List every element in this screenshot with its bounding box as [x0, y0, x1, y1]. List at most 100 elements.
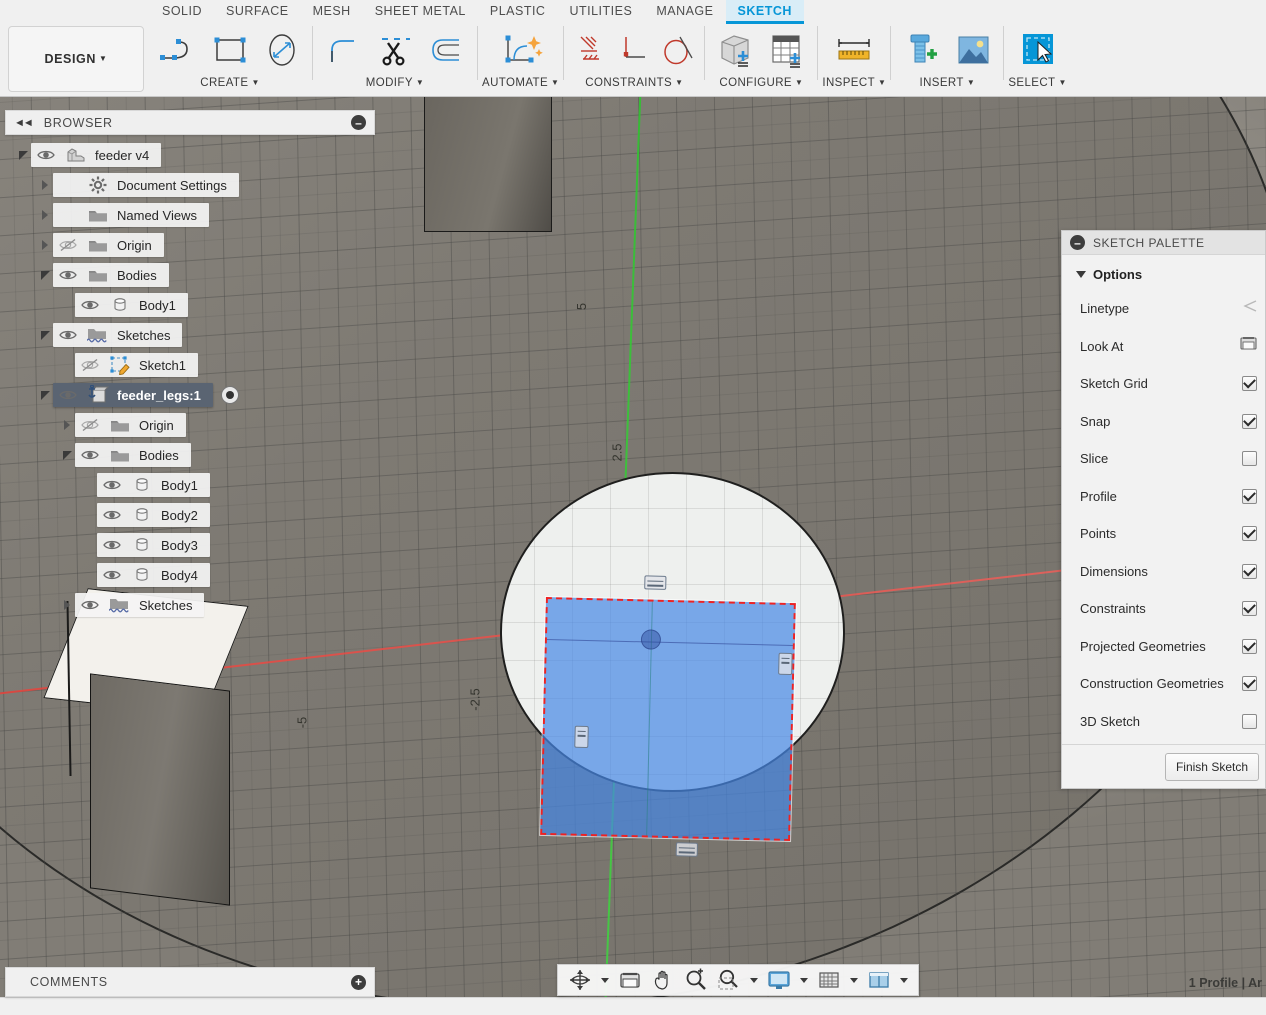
eye-visible-icon[interactable] [31, 143, 61, 167]
eye-visible-icon[interactable] [53, 263, 83, 287]
option-row-snap[interactable]: Snap [1062, 403, 1265, 441]
configure-table-icon[interactable] [761, 26, 813, 74]
option-row-slice[interactable]: Slice [1062, 440, 1265, 478]
ellipse-tool-icon[interactable] [256, 26, 308, 74]
eye-visible-icon[interactable] [97, 563, 127, 587]
expand-arrow-open-icon[interactable] [37, 380, 53, 410]
constraint-glyph-left[interactable] [574, 725, 589, 749]
finish-sketch-button[interactable]: Finish Sketch [1164, 752, 1259, 781]
option-row-linetype[interactable]: Linetype [1062, 290, 1265, 328]
tab-mesh[interactable]: MESH [301, 0, 363, 24]
constraint-glyph-right[interactable] [778, 652, 793, 676]
eye-visible-icon[interactable] [75, 593, 105, 617]
perpendicular-constraint-icon[interactable] [612, 26, 656, 74]
checkbox-constraints[interactable] [1242, 601, 1257, 617]
panel-configure-label[interactable]: CONFIGURE ▼ [719, 76, 803, 96]
checkbox-points[interactable] [1242, 526, 1257, 542]
insert-image-icon[interactable] [947, 26, 999, 74]
expand-arrow-open-icon[interactable] [59, 440, 75, 470]
panel-inspect-label[interactable]: INSPECT ▼ [822, 76, 886, 96]
tree-node-document-settings[interactable]: Document Settings [5, 170, 375, 200]
tree-node-body[interactable]: Body1 [75, 293, 188, 317]
expand-arrow-open-icon[interactable] [15, 140, 31, 170]
expand-arrow-closed-icon[interactable] [59, 590, 75, 620]
option-row-look-at[interactable]: Look At [1062, 328, 1265, 366]
tree-node-body3[interactable]: Body3 [5, 530, 375, 560]
panel-select-label[interactable]: SELECT ▼ [1008, 76, 1066, 96]
eye-hidden-icon[interactable] [75, 413, 105, 437]
eye-hidden-icon[interactable] [75, 353, 105, 377]
option-row-profile[interactable]: Profile [1062, 478, 1265, 516]
grid-snaps-icon[interactable] [813, 966, 845, 994]
pan-hand-icon[interactable] [647, 966, 679, 994]
expand-arrow-open-icon[interactable] [37, 260, 53, 290]
tree-node-named-views[interactable]: Named Views [5, 200, 375, 230]
line-tool-icon[interactable] [152, 26, 204, 74]
tab-utilities[interactable]: UTILITIES [557, 0, 644, 24]
tree-node-bodies[interactable]: Bodies [5, 440, 375, 470]
chevron-down-icon[interactable] [900, 977, 908, 983]
viewports-icon[interactable] [863, 966, 895, 994]
tree-node-body[interactable]: Body1 [97, 473, 210, 497]
fix-constraint-icon[interactable] [568, 26, 612, 74]
eye-visible-icon[interactable] [75, 443, 105, 467]
eye-hidden-icon[interactable] [53, 233, 83, 257]
select-tool-icon[interactable] [1012, 26, 1064, 74]
linetype-dropdown[interactable] [1241, 298, 1257, 319]
option-row-dimensions[interactable]: Dimensions [1062, 553, 1265, 591]
auto-constrain-icon[interactable] [495, 26, 547, 74]
tab-solid[interactable]: SOLID [150, 0, 214, 24]
tree-node-body[interactable]: Sketches [53, 323, 183, 347]
chevron-down-icon[interactable] [800, 977, 808, 983]
tree-node-body[interactable]: Origin [53, 233, 164, 257]
tree-node-body[interactable]: feeder_legs:1 [53, 383, 213, 407]
option-row-construction-geometries[interactable]: Construction Geometries [1062, 665, 1265, 703]
look-at-icon[interactable] [614, 966, 646, 994]
eye-visible-icon[interactable] [53, 323, 83, 347]
rectangle-tool-icon[interactable] [204, 26, 256, 74]
tree-node-body[interactable]: Document Settings [53, 173, 239, 197]
tree-node-origin[interactable]: Origin [5, 230, 375, 260]
measure-tool-icon[interactable] [828, 26, 880, 74]
eye-visible-icon[interactable] [75, 293, 105, 317]
tree-node-body1[interactable]: Body1 [5, 470, 375, 500]
tangent-constraint-icon[interactable] [656, 26, 700, 74]
zoom-window-icon[interactable] [713, 966, 745, 994]
activate-component-radio[interactable] [220, 386, 239, 404]
tree-node-body[interactable]: Named Views [53, 203, 209, 227]
checkbox-profile[interactable] [1242, 488, 1257, 504]
tree-node-origin[interactable]: Origin [5, 410, 375, 440]
expand-arrow-closed-icon[interactable] [37, 200, 53, 230]
checkbox-projected-geometries[interactable] [1242, 638, 1257, 654]
option-row-sketch-grid[interactable]: Sketch Grid [1062, 365, 1265, 403]
selected-sketch-profile[interactable] [539, 575, 797, 857]
checkbox-construction-geometries[interactable] [1242, 676, 1257, 692]
tree-node-body[interactable]: Sketch1 [75, 353, 198, 377]
double-chevron-left-icon[interactable]: ◄◄ [14, 117, 34, 129]
tree-node-body[interactable]: Origin [75, 413, 186, 437]
option-row-points[interactable]: Points [1062, 515, 1265, 553]
panel-create-label[interactable]: CREATE ▼ [200, 76, 260, 96]
tab-surface[interactable]: SURFACE [214, 0, 301, 24]
tree-node-sketches[interactable]: Sketches [5, 320, 375, 350]
panel-modify-label[interactable]: MODIFY ▼ [366, 76, 424, 96]
tree-node-bodies[interactable]: Bodies [5, 260, 375, 290]
tab-sketch[interactable]: SKETCH [725, 0, 804, 24]
comments-panel[interactable]: COMMENTS + [5, 967, 375, 997]
expand-arrow-closed-icon[interactable] [37, 170, 53, 200]
expand-arrow-closed-icon[interactable] [59, 410, 75, 440]
tree-node-body4[interactable]: Body4 [5, 560, 375, 590]
expand-arrow-closed-icon[interactable] [37, 230, 53, 260]
tree-node-body[interactable]: Body4 [97, 563, 210, 587]
plus-circle-icon[interactable]: + [351, 974, 366, 990]
zoom-icon[interactable] [680, 966, 712, 994]
minus-circle-icon[interactable]: – [351, 115, 366, 130]
offset-tool-icon[interactable] [421, 26, 473, 74]
trim-scissors-icon[interactable] [369, 26, 421, 74]
chevron-down-icon[interactable] [850, 977, 858, 983]
panel-insert-label[interactable]: INSERT ▼ [919, 76, 975, 96]
tree-node-body[interactable]: Bodies [53, 263, 169, 287]
orbit-icon[interactable] [564, 966, 596, 994]
design-workspace-button[interactable]: DESIGN ▼ [8, 26, 144, 92]
option-row-projected-geometries[interactable]: Projected Geometries [1062, 628, 1265, 666]
